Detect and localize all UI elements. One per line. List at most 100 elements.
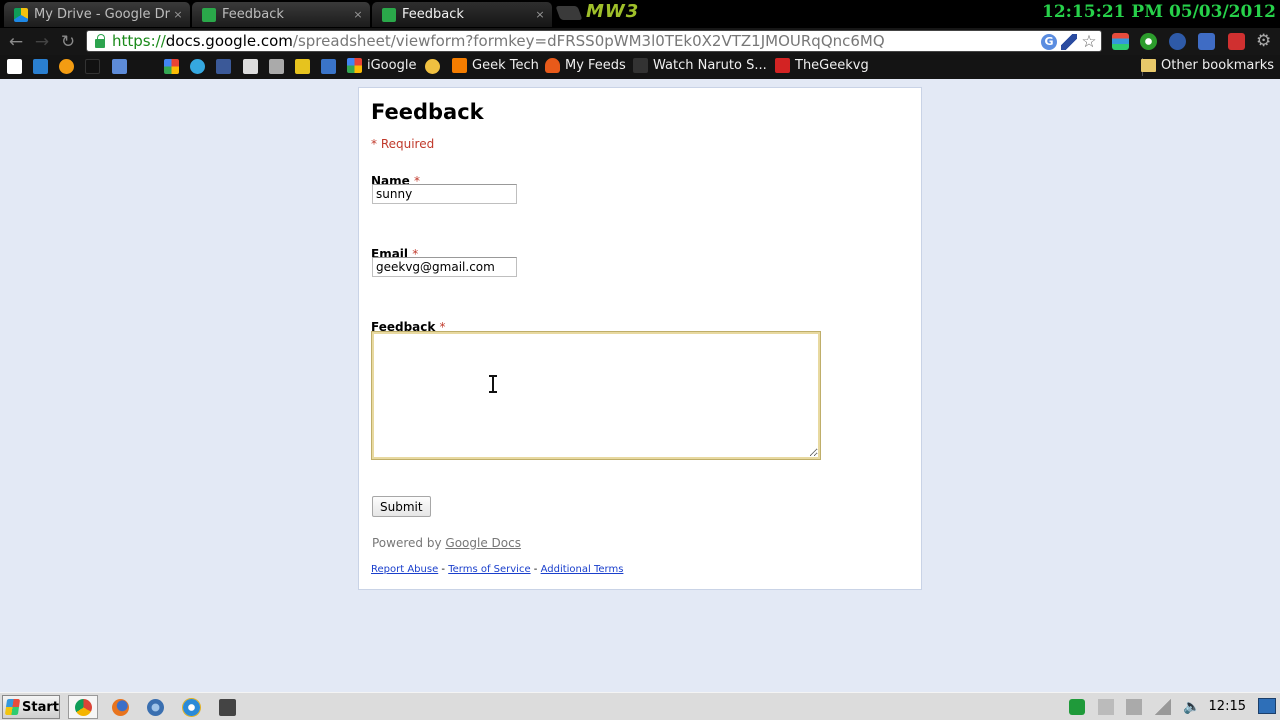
url-host: docs.google.com [165, 32, 293, 50]
tray-printer-icon[interactable] [1098, 699, 1114, 715]
text-cursor-icon [489, 375, 497, 393]
bookmark-thegeekvg[interactable]: TheGeekvg [775, 58, 869, 73]
powered-by-text: Powered by [372, 536, 442, 550]
reload-button[interactable]: ↻ [58, 32, 78, 52]
bookmark-icon-2[interactable] [33, 59, 48, 74]
close-icon[interactable]: × [532, 8, 548, 21]
start-button[interactable]: Start [2, 695, 60, 719]
bookmark-icon-1[interactable] [7, 59, 22, 74]
pen-icon[interactable] [1061, 34, 1077, 50]
submit-button[interactable]: Submit [372, 496, 431, 517]
folder-icon [1140, 59, 1156, 72]
footer-links: Report Abuse - Terms of Service - Additi… [371, 564, 623, 575]
bookmarks-bar: iGoogle Geek Tech My Feeds Watch Naruto … [0, 55, 1280, 79]
url-path: /spreadsheet/viewform?formkey=dFRSS0pWM3… [292, 32, 885, 50]
history-clock-icon[interactable] [1169, 33, 1186, 50]
firefox-icon [111, 698, 129, 716]
bookmark-igoogle[interactable]: iGoogle [347, 58, 416, 73]
bookmark-icon-9[interactable] [243, 59, 258, 74]
bookmark-watch-naruto[interactable]: Watch Naruto S... [633, 58, 767, 73]
tab-strip: My Drive - Google Driv × Feedback × Feed… [0, 0, 1280, 28]
terms-of-service-link[interactable]: Terms of Service [448, 564, 530, 575]
blogger-icon [452, 58, 467, 73]
tab-my-drive[interactable]: My Drive - Google Driv × [4, 2, 190, 27]
footer-separator: - [533, 564, 538, 575]
twitter-icon[interactable] [190, 59, 205, 74]
taskbar-ie[interactable] [176, 695, 206, 719]
taskbar-app[interactable] [212, 695, 242, 719]
browser-toolbar: ← → ↻ https://docs.google.com/spreadshee… [0, 28, 1280, 55]
extension-g-icon[interactable]: G [1041, 34, 1057, 50]
new-tab-button[interactable] [555, 6, 583, 20]
google-forms-icon [202, 7, 216, 22]
tray-volume-icon[interactable]: 🔈 [1183, 699, 1200, 715]
google-icon [347, 58, 362, 73]
bookmark-icon-4[interactable] [85, 59, 100, 74]
extension-stack-icon[interactable] [1112, 33, 1129, 50]
taskbar-browser[interactable] [140, 695, 170, 719]
bookmark-icon-14[interactable] [425, 59, 440, 74]
ie-icon [182, 698, 200, 716]
gmail-icon[interactable] [1228, 33, 1245, 50]
google-icon[interactable] [164, 59, 179, 74]
tab-feedback-active[interactable]: Feedback × [372, 2, 552, 27]
bookmark-icon-5[interactable] [112, 59, 127, 74]
tab-feedback[interactable]: Feedback × [192, 2, 370, 27]
mw3-logo: MW3 [586, 1, 640, 22]
bookmark-icon-12[interactable] [321, 59, 336, 74]
taskbar-chrome[interactable] [68, 695, 98, 719]
extension-ring-icon[interactable] [1140, 33, 1157, 50]
wrench-icon[interactable]: ⚙ [1256, 31, 1271, 51]
name-input[interactable] [372, 184, 517, 204]
youtube-icon [775, 58, 790, 73]
forward-button[interactable]: → [32, 32, 52, 52]
bookmark-label: My Feeds [565, 58, 626, 73]
show-desktop-button[interactable] [1258, 698, 1276, 714]
tray-clock[interactable]: 12:15 [1209, 699, 1246, 714]
taskbar-firefox[interactable] [105, 695, 135, 719]
powered-by: Powered by Google Docs [372, 536, 521, 550]
bookmark-label: TheGeekvg [795, 58, 869, 73]
google-drive-icon [14, 7, 28, 22]
back-button[interactable]: ← [6, 32, 26, 52]
facebook-icon[interactable] [216, 59, 231, 74]
tray-sync-icon[interactable] [1069, 699, 1085, 715]
bookmark-geek-tech[interactable]: Geek Tech [452, 58, 539, 73]
tray-device-icon[interactable] [1126, 699, 1142, 715]
bookmark-star-icon[interactable]: ☆ [1081, 34, 1097, 51]
taskbar: Start 🔈 12:15 [0, 692, 1280, 720]
google-forms-icon [382, 7, 396, 22]
close-icon[interactable]: × [350, 8, 366, 21]
start-label: Start [22, 699, 59, 715]
start-logo-icon [4, 699, 21, 715]
address-bar[interactable]: https://docs.google.com/spreadsheet/view… [86, 30, 1102, 52]
tab-label: Feedback [402, 7, 464, 22]
download-icon[interactable] [1198, 33, 1215, 50]
naruto-icon [633, 58, 648, 73]
feeds-icon [545, 58, 560, 73]
bookmark-icon-11[interactable] [295, 59, 310, 74]
additional-terms-link[interactable]: Additional Terms [541, 564, 624, 575]
desktop-clock: 12:15:21 PM 05/03/2012 [1041, 2, 1276, 22]
other-bookmarks-folder[interactable]: Other bookmarks [1140, 58, 1274, 73]
form-card: Feedback * Required Name * Email * Feedb… [358, 87, 922, 590]
close-icon[interactable]: × [170, 8, 186, 21]
tab-label: Feedback [222, 7, 284, 22]
email-input[interactable] [372, 257, 517, 277]
bookmark-my-feeds[interactable]: My Feeds [545, 58, 626, 73]
bookmark-icon-10[interactable] [269, 59, 284, 74]
page-title: Feedback [371, 100, 484, 124]
bookmark-icon-3[interactable] [59, 59, 74, 74]
report-abuse-link[interactable]: Report Abuse [371, 564, 438, 575]
feedback-textarea[interactable] [371, 331, 821, 460]
bookmark-label: Watch Naruto S... [653, 58, 767, 73]
chrome-icon [74, 698, 92, 716]
tray-signal-icon[interactable] [1155, 699, 1171, 715]
page-content: Feedback * Required Name * Email * Feedb… [0, 79, 1280, 692]
google-docs-link[interactable]: Google Docs [445, 536, 521, 550]
lock-icon [95, 34, 105, 48]
bookmark-label: Geek Tech [472, 58, 539, 73]
app-icon [218, 698, 236, 716]
footer-separator: - [441, 564, 446, 575]
required-note: * Required [371, 137, 435, 151]
